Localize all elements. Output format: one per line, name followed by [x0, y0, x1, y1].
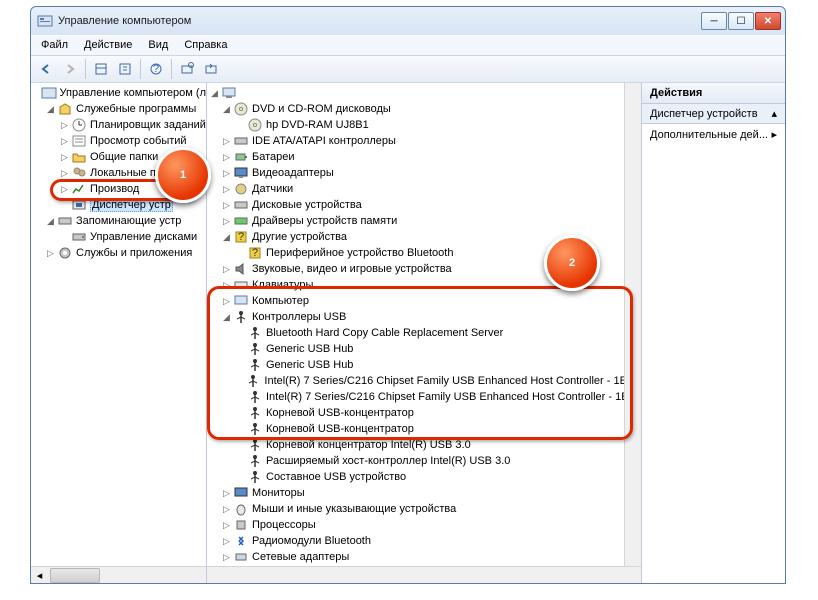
device-monitors[interactable]: ▷Мониторы: [207, 485, 641, 501]
tree-root-computer-mgmt[interactable]: Управление компьютером (л: [31, 85, 206, 101]
menubar: Файл Действие Вид Справка: [31, 35, 785, 55]
device-usb-item-label: Составное USB устройство: [266, 471, 406, 483]
tree-task-scheduler[interactable]: ▷Планировщик заданий: [31, 117, 206, 133]
device-usb-item[interactable]: Корневой USB-концентратор: [207, 421, 641, 437]
device-usb-item[interactable]: Корневой USB-концентратор: [207, 405, 641, 421]
center-scrollbar-h[interactable]: [207, 566, 641, 583]
device-processors[interactable]: ▷Процессоры: [207, 517, 641, 533]
device-root[interactable]: ◢: [207, 85, 641, 101]
device-bt-radios[interactable]: ▷Радиомодули Bluetooth: [207, 533, 641, 549]
app-icon: [37, 13, 53, 29]
actions-pane: Действия Диспетчер устройств ▴ Дополните…: [641, 83, 785, 583]
tree-system-tools[interactable]: ◢Служебные программы: [31, 101, 206, 117]
toolbar-view-icon[interactable]: [90, 58, 112, 80]
actions-more[interactable]: Дополнительные дей... ▸: [642, 124, 785, 145]
callout-badge-1: 1: [155, 147, 211, 203]
menu-action[interactable]: Действие: [76, 36, 140, 55]
actions-sub[interactable]: Диспетчер устройств ▴: [642, 104, 785, 124]
device-usb-item-label: Bluetooth Hard Copy Cable Replacement Se…: [266, 327, 503, 339]
device-usb-item[interactable]: Расширяемый хост-контроллер Intel(R) USB…: [207, 453, 641, 469]
device-usb-item[interactable]: Корневой концентратор Intel(R) USB 3.0: [207, 437, 641, 453]
window-frame: Управление компьютером ─ ☐ ✕ Файл Действ…: [30, 6, 786, 584]
toolbar-scan-icon[interactable]: [176, 58, 198, 80]
device-ide[interactable]: ▷IDE ATA/ATAPI контроллеры: [207, 133, 641, 149]
toolbar: ?: [31, 55, 785, 83]
titlebar[interactable]: Управление компьютером ─ ☐ ✕: [31, 7, 785, 35]
toolbar-properties-icon[interactable]: [114, 58, 136, 80]
device-dvd-cd[interactable]: ◢DVD и CD-ROM дисководы: [207, 101, 641, 117]
tree-services-apps[interactable]: ▷Службы и приложения: [31, 245, 206, 261]
device-batteries[interactable]: ▷Батареи: [207, 149, 641, 165]
device-dvd-item[interactable]: hp DVD-RAM UJ8B1: [207, 117, 641, 133]
device-network[interactable]: ▷Сетевые адаптеры: [207, 549, 641, 565]
device-usb-item-label: Корневой USB-концентратор: [266, 407, 414, 419]
device-computer[interactable]: ▷Компьютер: [207, 293, 641, 309]
toolbar-refresh-icon[interactable]: [200, 58, 222, 80]
device-usb-item-label: Корневой концентратор Intel(R) USB 3.0: [266, 439, 471, 451]
device-usb-item[interactable]: Generic USB Hub: [207, 357, 641, 373]
device-usb-item[interactable]: Bluetooth Hard Copy Cable Replacement Se…: [207, 325, 641, 341]
device-mice[interactable]: ▷Мыши и иные указывающие устройства: [207, 501, 641, 517]
device-usb-item-label: Generic USB Hub: [266, 343, 353, 355]
svg-text:?: ?: [238, 231, 244, 243]
center-tree-pane: ◢ ◢DVD и CD-ROM дисководы hp DVD-RAM UJ8…: [207, 83, 641, 583]
device-sensors[interactable]: ▷Датчики: [207, 181, 641, 197]
device-memory-drivers[interactable]: ▷Драйверы устройств памяти: [207, 213, 641, 229]
device-usb-item[interactable]: Составное USB устройство: [207, 469, 641, 485]
svg-text:?: ?: [252, 247, 258, 259]
back-button[interactable]: [35, 58, 57, 80]
device-usb-item-label: Generic USB Hub: [266, 359, 353, 371]
svg-text:?: ?: [153, 63, 159, 75]
window-title: Управление компьютером: [58, 15, 700, 27]
center-scrollbar-v[interactable]: [624, 83, 641, 566]
menu-file[interactable]: Файл: [33, 36, 76, 55]
menu-help[interactable]: Справка: [176, 36, 235, 55]
toolbar-help-icon[interactable]: ?: [145, 58, 167, 80]
chevron-right-icon: ▸: [771, 128, 777, 141]
menu-view[interactable]: Вид: [140, 36, 176, 55]
device-disk-drives[interactable]: ▷Дисковые устройства: [207, 197, 641, 213]
device-usb-item-label: Корневой USB-концентратор: [266, 423, 414, 435]
device-video[interactable]: ▷Видеоадаптеры: [207, 165, 641, 181]
collapse-icon: ▴: [771, 107, 777, 120]
device-usb-item[interactable]: Intel(R) 7 Series/C216 Chipset Family US…: [207, 389, 641, 405]
device-usb-item[interactable]: Generic USB Hub: [207, 341, 641, 357]
close-button[interactable]: ✕: [755, 12, 781, 30]
tree-storage[interactable]: ◢Запоминающие устр: [31, 213, 206, 229]
actions-header: Действия: [642, 83, 785, 104]
tree-disk-mgmt[interactable]: Управление дисками: [31, 229, 206, 245]
device-usb-controllers[interactable]: ◢Контроллеры USB: [207, 309, 641, 325]
forward-button[interactable]: [59, 58, 81, 80]
device-usb-item[interactable]: Intel(R) 7 Series/C216 Chipset Family US…: [207, 373, 641, 389]
device-usb-item-label: Intel(R) 7 Series/C216 Chipset Family US…: [266, 391, 641, 403]
left-scrollbar-h[interactable]: ◂: [31, 566, 206, 583]
maximize-button[interactable]: ☐: [728, 12, 754, 30]
minimize-button[interactable]: ─: [701, 12, 727, 30]
device-usb-item-label: Расширяемый хост-контроллер Intel(R) USB…: [266, 455, 510, 467]
callout-badge-2: 2: [544, 235, 600, 291]
device-usb-item-label: Intel(R) 7 Series/C216 Chipset Family US…: [264, 375, 641, 387]
